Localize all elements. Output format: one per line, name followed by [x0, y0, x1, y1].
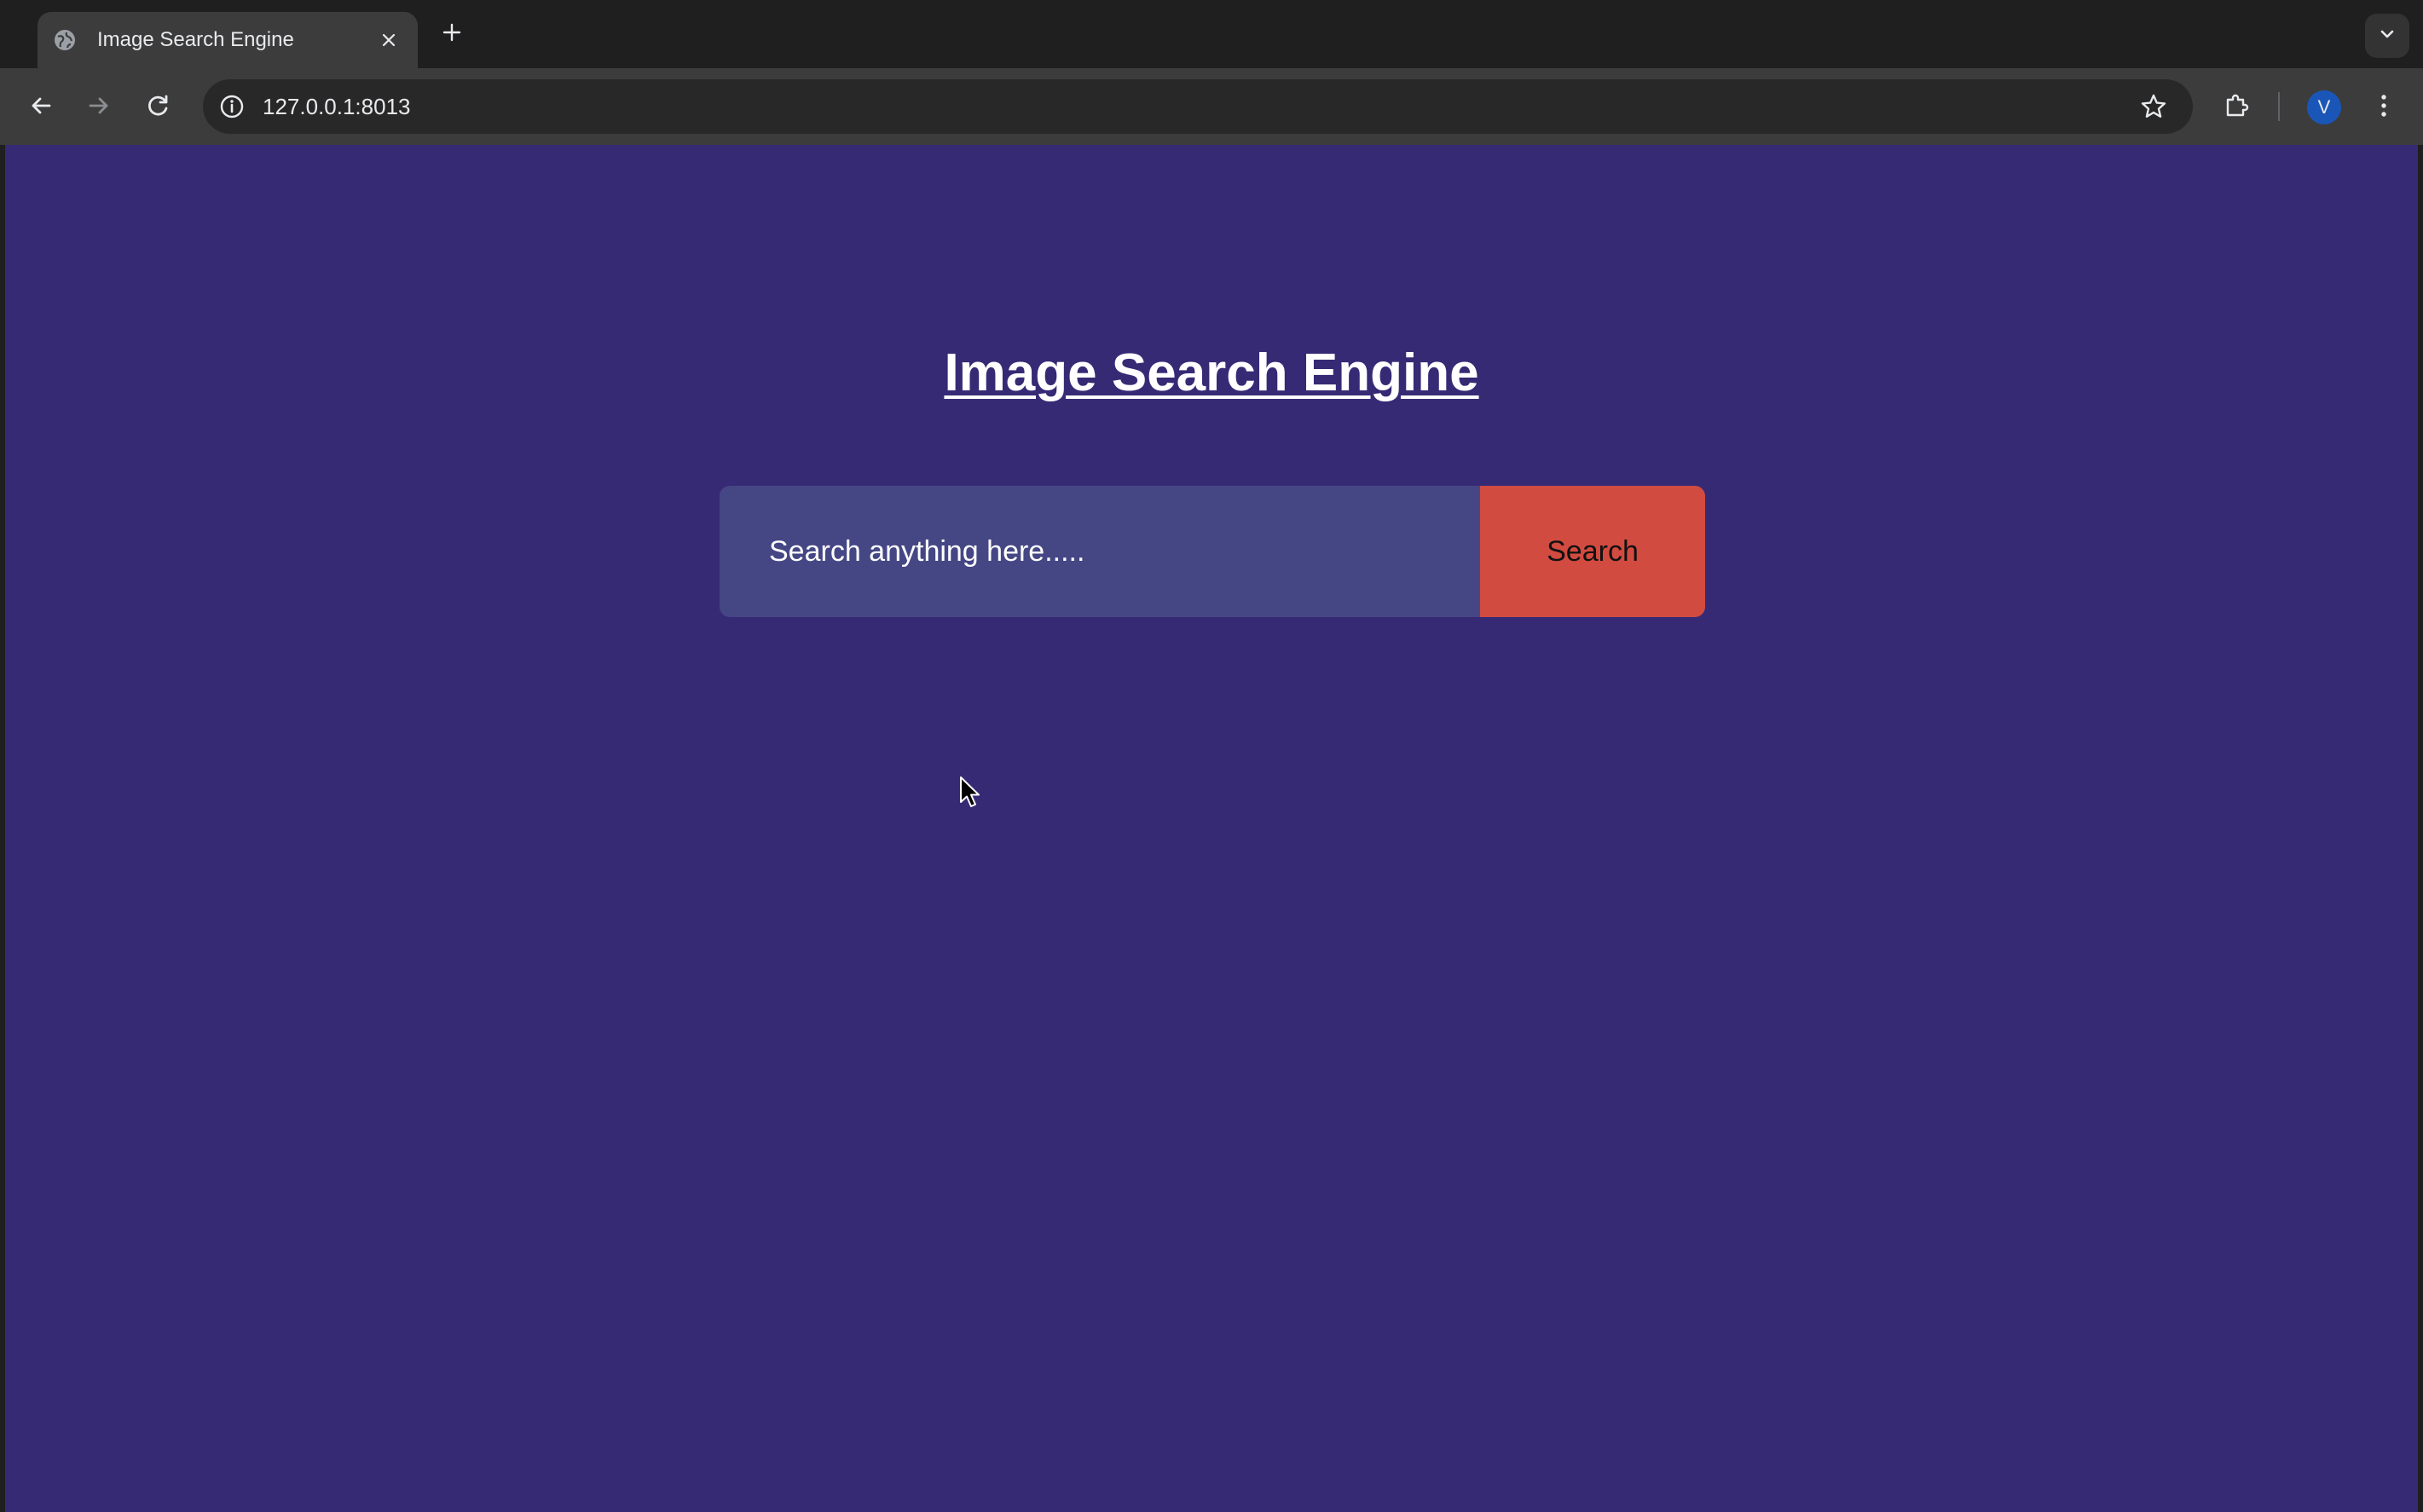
browser-window: Image Search Engine 127.0.0.1:8013 V Ima… — [0, 0, 2423, 1512]
kebab-menu-icon — [2380, 93, 2388, 123]
reload-icon — [147, 94, 171, 122]
back-arrow-icon — [29, 94, 53, 122]
tab-image-search-engine[interactable]: Image Search Engine — [38, 12, 418, 68]
url-text: 127.0.0.1:8013 — [263, 94, 411, 119]
search-form: Search — [720, 486, 1705, 617]
menu-button[interactable] — [2363, 87, 2404, 128]
plus-icon — [442, 23, 461, 46]
page-viewport: Image Search Engine Search — [5, 145, 2418, 1512]
new-tab-button[interactable] — [435, 17, 469, 51]
forward-button[interactable] — [78, 87, 119, 128]
chevron-down-icon — [2379, 28, 2396, 44]
toolbar-divider — [2278, 92, 2280, 121]
tab-strip: Image Search Engine — [0, 0, 2423, 68]
mouse-cursor-icon — [958, 776, 984, 810]
back-button[interactable] — [20, 87, 61, 128]
globe-icon — [53, 28, 77, 52]
address-bar[interactable]: 127.0.0.1:8013 — [203, 79, 2193, 134]
page-title: Image Search Engine — [944, 343, 1479, 402]
browser-toolbar: 127.0.0.1:8013 V — [0, 68, 2423, 145]
star-icon[interactable] — [2135, 88, 2172, 125]
search-button[interactable]: Search — [1480, 486, 1705, 617]
search-input[interactable] — [720, 486, 1480, 617]
reload-button[interactable] — [138, 87, 179, 128]
info-icon[interactable] — [213, 88, 251, 125]
puzzle-icon — [2223, 92, 2251, 124]
close-icon[interactable] — [373, 25, 404, 55]
profile-avatar[interactable]: V — [2307, 90, 2341, 124]
extensions-button[interactable] — [2217, 87, 2258, 128]
tab-search-button[interactable] — [2365, 14, 2409, 58]
tab-title: Image Search Engine — [97, 28, 294, 51]
forward-arrow-icon — [87, 94, 111, 122]
